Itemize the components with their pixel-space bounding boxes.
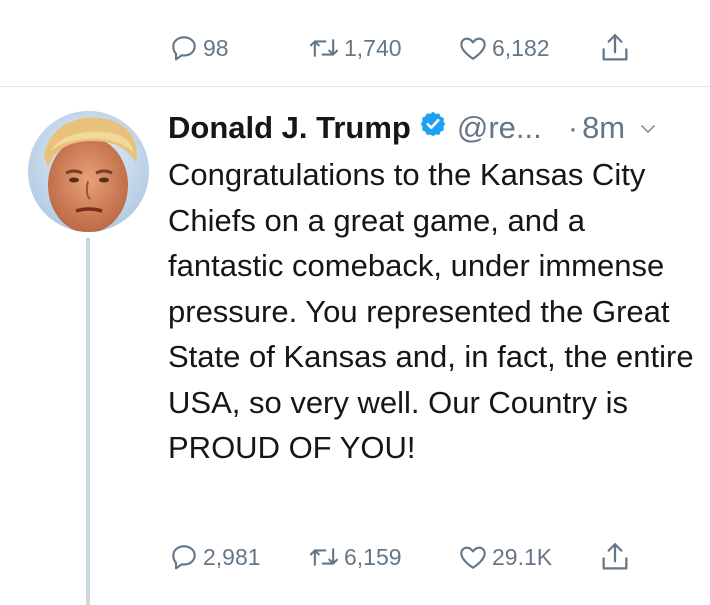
reply-count: 2,981: [203, 543, 261, 570]
share-button[interactable]: [598, 28, 632, 68]
retweet-icon: [309, 548, 339, 566]
reply-button[interactable]: 2,981: [168, 537, 261, 577]
like-button[interactable]: 29.1K: [457, 537, 552, 577]
like-count: 29.1K: [492, 543, 553, 570]
tweet-header: Donald J. Trump @re... · 8m: [168, 108, 710, 148]
retweet-button[interactable]: 6,159: [307, 537, 402, 577]
retweet-count: 6,159: [344, 543, 402, 570]
verified-badge-icon: [419, 110, 447, 146]
tweet-text: Congratulations to the Kansas City Chief…: [168, 157, 694, 465]
like-icon: [460, 37, 486, 60]
separator-dot: ·: [567, 110, 579, 145]
avatar[interactable]: [28, 111, 149, 232]
like-button[interactable]: 6,182: [457, 28, 550, 68]
share-icon: [602, 543, 628, 570]
retweet-icon: [309, 39, 339, 57]
reply-icon: [172, 545, 196, 570]
chevron-down-icon[interactable]: [639, 110, 657, 146]
tweet-timestamp[interactable]: 8m: [582, 110, 625, 146]
reply-button[interactable]: 98: [168, 28, 229, 68]
thread-line: [86, 238, 90, 605]
author-name[interactable]: Donald J. Trump: [168, 110, 411, 146]
like-count: 6,182: [492, 34, 550, 61]
share-button[interactable]: [598, 537, 632, 577]
reply-icon: [172, 36, 196, 61]
retweet-button[interactable]: 1,740: [307, 28, 402, 68]
tweet-divider: [0, 86, 710, 87]
retweet-count: 1,740: [344, 34, 402, 61]
reply-count: 98: [203, 34, 229, 61]
share-icon: [602, 34, 628, 61]
avatar-image: [28, 111, 149, 232]
author-handle[interactable]: @re...: [457, 110, 542, 146]
like-icon: [460, 546, 486, 569]
